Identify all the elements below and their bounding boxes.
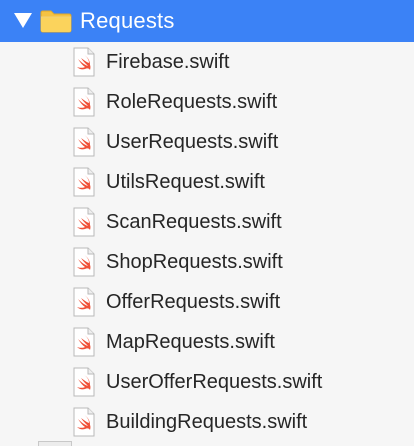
swift-file-icon xyxy=(73,287,95,317)
folder-label: Requests xyxy=(80,8,175,33)
next-row-edge xyxy=(38,441,72,446)
swift-file-icon xyxy=(73,127,95,157)
file-label: ScanRequests.swift xyxy=(106,211,282,233)
file-label: UtilsRequest.swift xyxy=(106,171,265,193)
swift-file-icon xyxy=(73,47,95,77)
folder-row-requests[interactable]: Requests xyxy=(0,0,414,42)
file-label: UserOfferRequests.swift xyxy=(106,371,323,393)
disclosure-triangle-down-icon[interactable] xyxy=(14,13,32,28)
file-label: ShopRequests.swift xyxy=(106,251,283,273)
swift-file-icon xyxy=(73,247,95,277)
file-row[interactable]: UtilsRequest.swift xyxy=(0,162,414,202)
file-row[interactable]: UserRequests.swift xyxy=(0,122,414,162)
file-label: BuildingRequests.swift xyxy=(106,411,308,433)
file-list: Firebase.swift RoleRequests.swift UserRe… xyxy=(0,42,414,442)
swift-file-icon xyxy=(73,87,95,117)
file-label: RoleRequests.swift xyxy=(106,91,278,113)
file-row[interactable]: ShopRequests.swift xyxy=(0,242,414,282)
swift-file-icon xyxy=(73,207,95,237)
file-label: UserRequests.swift xyxy=(106,131,279,153)
file-row[interactable]: Firebase.swift xyxy=(0,42,414,82)
swift-file-icon xyxy=(73,327,95,357)
swift-file-icon xyxy=(73,407,95,437)
file-row[interactable]: RoleRequests.swift xyxy=(0,82,414,122)
file-row[interactable]: OfferRequests.swift xyxy=(0,282,414,322)
file-label: Firebase.swift xyxy=(106,51,230,73)
file-label: OfferRequests.swift xyxy=(106,291,281,313)
file-row[interactable]: UserOfferRequests.swift xyxy=(0,362,414,402)
swift-file-icon xyxy=(73,367,95,397)
file-row[interactable]: ScanRequests.swift xyxy=(0,202,414,242)
file-row[interactable]: MapRequests.swift xyxy=(0,322,414,362)
folder-icon xyxy=(40,10,72,33)
project-navigator: Requests Firebase.swift RoleRequests.swi… xyxy=(0,0,414,446)
file-row[interactable]: BuildingRequests.swift xyxy=(0,402,414,442)
file-label: MapRequests.swift xyxy=(106,331,275,353)
swift-file-icon xyxy=(73,167,95,197)
